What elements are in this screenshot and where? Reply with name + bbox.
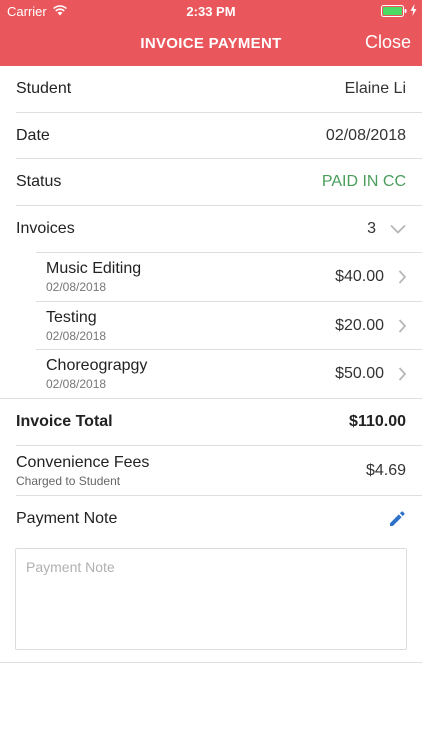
invoice-item-date: 02/08/2018 [46, 377, 107, 391]
status-bar: Carrier 2:33 PM [0, 0, 422, 22]
close-button[interactable]: Close [365, 32, 411, 53]
date-row: Date 02/08/2018 [0, 113, 422, 158]
convenience-fees-label: Convenience Fees [16, 453, 150, 471]
status-row: Status PAID IN CC [0, 159, 422, 205]
pencil-icon[interactable] [388, 510, 406, 528]
payment-note-input[interactable] [15, 548, 407, 650]
invoices-count-group: 3 [367, 220, 406, 238]
invoice-item-amount-group: $50.00 [335, 365, 406, 383]
chevron-right-icon [398, 318, 406, 333]
student-row: Student Elaine Li [0, 66, 422, 112]
status-badge: PAID IN CC [321, 173, 406, 190]
battery-icon [381, 5, 407, 17]
convenience-fees-text: Convenience Fees Charged to Student [16, 454, 149, 488]
chevron-right-icon [398, 367, 406, 381]
invoice-item-date: 02/08/2018 [46, 280, 107, 294]
student-label: Student [16, 80, 72, 97]
convenience-fees-row: Convenience Fees Charged to Student $4.6… [0, 446, 422, 495]
status-time: 2:33 PM [186, 4, 236, 19]
invoice-item-date: 02/08/2018 [46, 328, 107, 343]
convenience-fees-sublabel: Charged to Student [16, 473, 121, 488]
convenience-fees-value: $4.69 [365, 461, 406, 479]
invoice-item-text: Music Editing 02/08/2018 [46, 260, 141, 294]
invoice-item-text: Choreograpgy 02/08/2018 [46, 357, 147, 391]
page-title: INVOICE PAYMENT [140, 35, 282, 52]
chevron-down-icon[interactable] [390, 224, 406, 234]
student-value: Elaine Li [344, 80, 406, 97]
header-bar: Carrier 2:33 PM INVOICE PAYMENT Close [0, 0, 422, 66]
payment-note-label: Payment Note [16, 510, 118, 527]
invoice-item-title: Testing [46, 308, 97, 326]
invoice-item-testing[interactable]: Testing 02/08/2018 $20.00 [46, 302, 422, 349]
date-value: 02/08/2018 [325, 126, 406, 144]
invoice-item-choreography[interactable]: Choreograpgy 02/08/2018 $50.00 [46, 350, 422, 398]
invoices-label: Invoices [16, 220, 75, 237]
invoice-total-row: Invoice Total $110.00 [0, 399, 422, 445]
invoice-item-amount-group: $40.00 [335, 268, 406, 286]
invoice-item-music-editing[interactable]: Music Editing 02/08/2018 $40.00 [46, 253, 422, 301]
invoice-total-label: Invoice Total [16, 413, 113, 430]
invoice-item-amount: $50.00 [335, 365, 384, 382]
invoices-count: 3 [367, 220, 376, 237]
invoice-item-amount: $40.00 [335, 268, 384, 285]
charging-icon [410, 4, 417, 16]
invoice-item-amount-group: $20.00 [335, 317, 406, 335]
divider [0, 662, 422, 663]
chevron-right-icon [398, 270, 406, 284]
invoice-item-title: Choreograpgy [46, 357, 148, 374]
invoice-item-amount: $20.00 [335, 316, 384, 334]
invoice-item-text: Testing 02/08/2018 [46, 309, 106, 343]
date-label: Date [16, 126, 50, 144]
payment-note-row: Payment Note [0, 496, 422, 542]
status-label: Status [16, 173, 62, 190]
invoice-item-title: Music Editing [46, 260, 142, 277]
invoice-total-value: $110.00 [349, 413, 406, 430]
invoices-row[interactable]: Invoices 3 [0, 206, 422, 252]
